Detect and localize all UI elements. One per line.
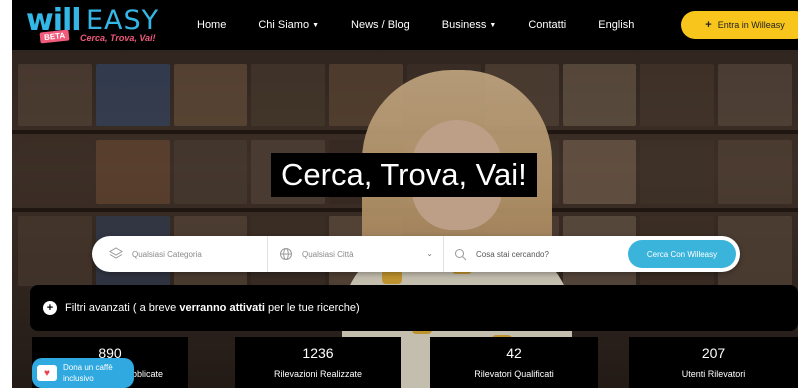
nav-news-blog[interactable]: News / Blog bbox=[351, 19, 410, 31]
globe-icon bbox=[278, 246, 294, 262]
stat-card: 1236 Rilevazioni Realizzate bbox=[235, 337, 401, 388]
stat-value: 207 bbox=[701, 345, 726, 361]
stat-value: 1236 bbox=[302, 345, 334, 361]
stat-card: 42 Rilevatori Qualificati bbox=[430, 337, 598, 388]
coffee-cup-icon: ♥ bbox=[37, 365, 57, 381]
nav-business-label: Business bbox=[441, 19, 487, 31]
stat-label: Rilevatori Qualificati bbox=[474, 369, 554, 379]
caret-down-icon: ▼ bbox=[489, 21, 497, 29]
plus-icon: + bbox=[43, 301, 57, 315]
city-select[interactable]: Qualsiasi Città ⌄ bbox=[268, 236, 444, 272]
stat-card: 207 Utenti Rilevatori bbox=[629, 337, 798, 388]
plus-icon: + bbox=[705, 19, 712, 31]
search-bar: Qualsiasi Categoria Qualsiasi Città ⌄ Co… bbox=[92, 236, 740, 272]
stat-label: Rilevazioni Realizzate bbox=[273, 369, 363, 379]
stat-label: Utenti Rilevatori bbox=[681, 369, 746, 379]
top-navigation-bar: will EASY BETA Cerca, Trova, Vai! Home C… bbox=[12, 0, 798, 50]
beta-badge: BETA bbox=[39, 29, 70, 44]
enter-willeasy-label: Entra in Willeasy bbox=[717, 20, 785, 30]
nav-chi-siamo[interactable]: Chi Siamo ▼ bbox=[258, 19, 319, 31]
stat-value: 42 bbox=[506, 345, 522, 361]
nav-chi-siamo-label: Chi Siamo bbox=[258, 19, 310, 31]
donate-label: Dona un caffè inclusivo bbox=[63, 363, 113, 383]
logo-tagline: Cerca, Trova, Vai! bbox=[80, 33, 156, 43]
donate-coffee-button[interactable]: ♥ Dona un caffè inclusivo bbox=[32, 358, 134, 388]
filters-text: Filtri avanzati ( a breve verranno attiv… bbox=[65, 302, 360, 314]
search-icon bbox=[452, 246, 468, 262]
willeasy-logo[interactable]: will EASY BETA Cerca, Trova, Vai! bbox=[26, 4, 176, 48]
nav-english-label: English bbox=[598, 19, 635, 31]
city-placeholder: Qualsiasi Città bbox=[302, 249, 354, 259]
enter-willeasy-button[interactable]: + Entra in Willeasy bbox=[681, 11, 798, 39]
main-nav: Home Chi Siamo ▼ News / Blog Business ▼ … bbox=[197, 0, 666, 50]
chevron-down-icon: ⌄ bbox=[426, 249, 433, 258]
caret-down-icon: ▼ bbox=[312, 21, 320, 29]
advanced-filters-toggle[interactable]: + Filtri avanzati ( a breve verranno att… bbox=[30, 285, 798, 331]
nav-news-blog-label: News / Blog bbox=[351, 19, 410, 31]
search-input[interactable]: Cosa stai cercando? bbox=[444, 236, 626, 272]
category-placeholder: Qualsiasi Categoria bbox=[132, 249, 202, 259]
layers-icon bbox=[108, 246, 124, 262]
nav-business[interactable]: Business ▼ bbox=[442, 19, 497, 31]
nav-english[interactable]: English bbox=[598, 19, 634, 31]
nav-contatti-label: Contatti bbox=[528, 19, 567, 31]
search-placeholder: Cosa stai cercando? bbox=[476, 249, 549, 259]
page-frame: will EASY BETA Cerca, Trova, Vai! Home C… bbox=[12, 0, 798, 388]
hero-title: Cerca, Trova, Vai! bbox=[271, 153, 537, 197]
nav-home-label: Home bbox=[197, 19, 227, 31]
category-select[interactable]: Qualsiasi Categoria bbox=[92, 236, 268, 272]
nav-contatti[interactable]: Contatti bbox=[528, 19, 566, 31]
search-submit-button[interactable]: Cerca Con Willeasy bbox=[628, 240, 736, 268]
nav-home[interactable]: Home bbox=[197, 19, 226, 31]
